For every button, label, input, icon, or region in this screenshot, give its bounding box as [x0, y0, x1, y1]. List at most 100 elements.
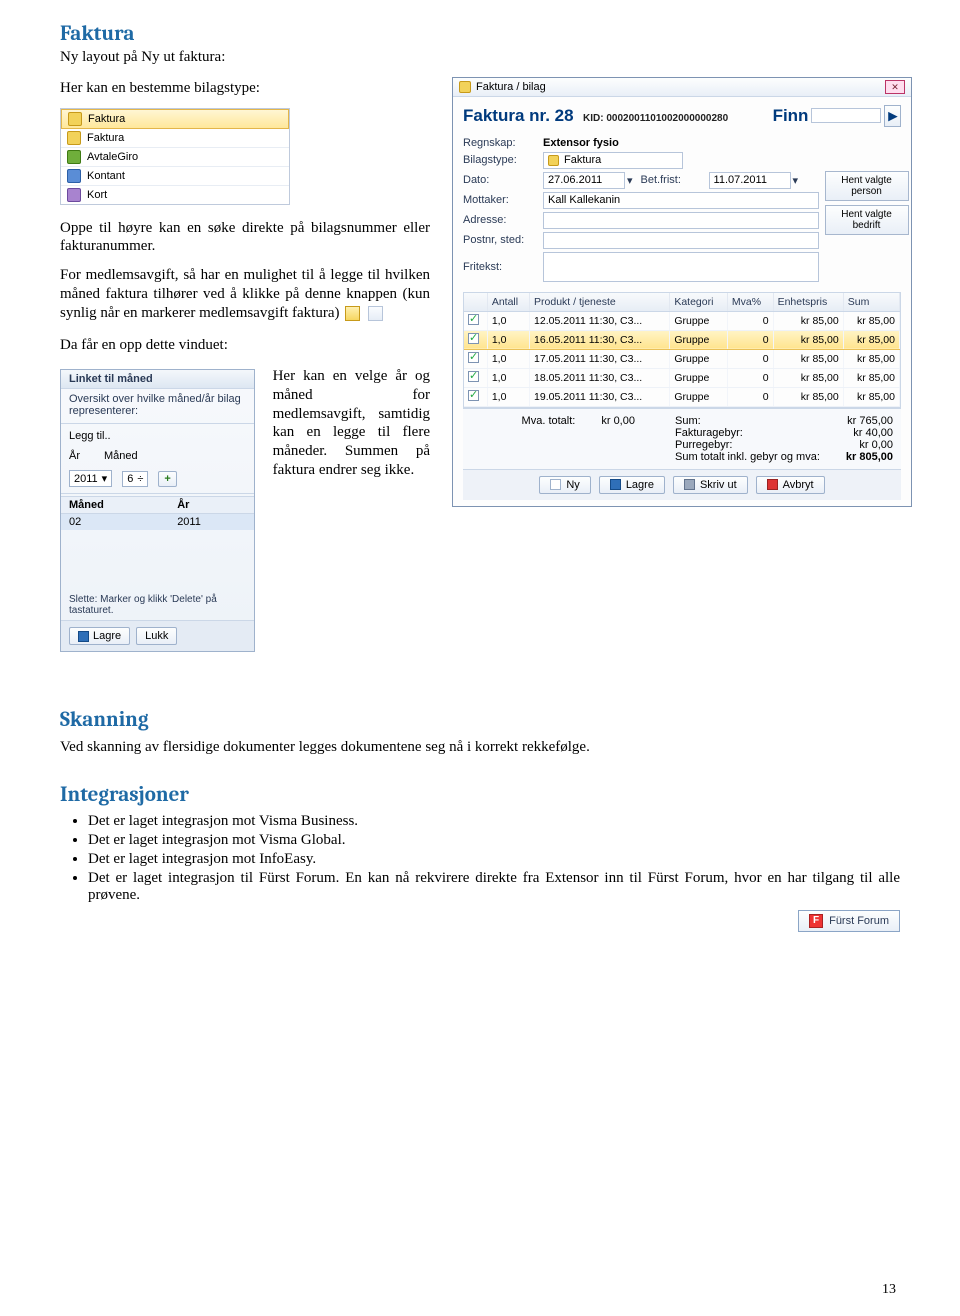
cell: 18.05.2011 11:30, C3... — [530, 368, 670, 387]
month-panel-sub: Oversikt over hvilke måned/år bilag repr… — [61, 389, 254, 421]
lab-postnr: Postnr, sted: — [463, 234, 535, 246]
th-ar: År — [169, 497, 253, 514]
tot-val: kr 805,00 — [846, 451, 893, 463]
legg-til-label: Legg til.. — [69, 430, 111, 442]
invoice-line[interactable]: 1,019.05.2011 11:30, C3...Gruppe0kr 85,0… — [464, 387, 900, 406]
line-checkbox[interactable] — [468, 371, 479, 382]
mva-total-label: Mva. totalt: — [522, 415, 576, 427]
mva-total: kr 0,00 — [601, 415, 635, 427]
lab-bilagstype: Bilagstype: — [463, 154, 535, 166]
date-picker-icon[interactable]: ▾ — [627, 174, 633, 187]
finn-go-button[interactable]: ▸ — [884, 105, 901, 127]
invoice-totals: Mva. totalt: kr 0,00 Sum: kr 765,00 Fakt… — [463, 408, 901, 469]
cell: 16.05.2011 11:30, C3... — [530, 330, 670, 349]
hent-bedrift-button[interactable]: Hent valgte bedrift — [825, 205, 909, 235]
page-number: 13 — [882, 1282, 896, 1298]
furst-label: Fürst Forum — [829, 915, 889, 927]
bilagstype-select[interactable]: Faktura — [543, 152, 683, 169]
finn-input[interactable] — [811, 108, 881, 123]
lagre-invoice-button[interactable]: Lagre — [599, 476, 665, 494]
lagre-button[interactable]: Lagre — [69, 627, 130, 645]
month-spinner[interactable]: 6 ÷ — [122, 471, 148, 487]
postnr-input[interactable] — [543, 232, 819, 249]
maned-label: Måned — [104, 450, 138, 462]
para-month-explain: Her kan en velge år og måned for medlems… — [273, 367, 430, 480]
invoice-title: Faktura nr. 28 — [463, 106, 574, 125]
cell: Gruppe — [670, 349, 728, 368]
option-label: Faktura — [88, 113, 125, 125]
dropdown-option[interactable]: AvtaleGiro — [61, 148, 289, 167]
skrivut-button[interactable]: Skriv ut — [673, 476, 748, 494]
month-row[interactable]: 02 2011 — [61, 514, 254, 531]
option-label: AvtaleGiro — [87, 151, 138, 163]
blue-icon — [67, 169, 81, 183]
ny-label: Ny — [566, 479, 579, 491]
invoice-line[interactable]: 1,012.05.2011 11:30, C3...Gruppe0kr 85,0… — [464, 311, 900, 330]
bilagstype-dropdown[interactable]: Faktura Faktura AvtaleGiro Kontant Kort — [60, 108, 290, 205]
list-item: Det er laget integrasjon mot Visma Globa… — [88, 832, 900, 849]
para-search: Oppe til høyre kan en søke direkte på bi… — [60, 219, 430, 257]
option-label: Kontant — [87, 170, 125, 182]
dato-input[interactable]: 27.06.2011 — [543, 172, 625, 189]
month-button-icon — [345, 306, 360, 321]
purre-label: Purregebyr: — [675, 439, 732, 451]
invoice-line[interactable]: 1,018.05.2011 11:30, C3...Gruppe0kr 85,0… — [464, 368, 900, 387]
avbryt-button[interactable]: Avbryt — [756, 476, 825, 494]
dropdown-option[interactable]: Faktura — [61, 129, 289, 148]
line-checkbox[interactable] — [468, 314, 479, 325]
month-value: 6 — [127, 473, 133, 485]
lukk-button[interactable]: Lukk — [136, 627, 177, 645]
fritekst-input[interactable] — [543, 252, 819, 282]
line-checkbox[interactable] — [468, 333, 479, 344]
sum-label: Sum: — [675, 415, 701, 427]
legg-til-row: Legg til.. — [61, 426, 254, 446]
lab-betfrist: Bet.frist: — [641, 174, 701, 186]
list-item: Det er laget integrasjon til Fürst Forum… — [88, 870, 900, 904]
date-picker-icon[interactable]: ▾ — [793, 174, 799, 187]
lagre-label: Lagre — [93, 630, 121, 642]
betfrist-input[interactable]: 11.07.2011 — [709, 172, 791, 189]
cell: kr 85,00 — [773, 349, 843, 368]
cell: kr 85,00 — [843, 349, 899, 368]
dropdown-option[interactable]: Kontant — [61, 167, 289, 186]
window-title: Faktura / bilag — [476, 81, 546, 93]
invoice-line[interactable]: 1,016.05.2011 11:30, C3...Gruppe0kr 85,0… — [464, 330, 900, 349]
integrasjoner-list: Det er laget integrasjon mot Visma Busin… — [88, 813, 900, 904]
avbryt-label: Avbryt — [783, 479, 814, 491]
month-link-panel: Linket til måned Oversikt over hvilke må… — [60, 369, 255, 652]
tot-label: Sum totalt inkl. gebyr og mva: — [675, 451, 820, 463]
yellow-icon — [68, 112, 82, 126]
dropdown-option[interactable]: Kort — [61, 186, 289, 204]
line-checkbox[interactable] — [468, 352, 479, 363]
mottaker-input[interactable]: Kall Kallekanin — [543, 192, 819, 209]
lab-adresse: Adresse: — [463, 214, 535, 226]
hent-person-button[interactable]: Hent valgte person — [825, 171, 909, 201]
lukk-label: Lukk — [145, 630, 168, 642]
print-icon — [684, 479, 695, 490]
dropdown-option[interactable]: Faktura — [61, 109, 289, 129]
invoice-window: Faktura / bilag ✕ Faktura nr. 28 KID: 00… — [452, 77, 912, 507]
heading-integrasjoner: Integrasjoner — [60, 783, 900, 807]
line-checkbox[interactable] — [468, 390, 479, 401]
year-spinner[interactable]: 2011 ▾ — [69, 470, 112, 487]
bilagstype-value: Faktura — [564, 154, 601, 166]
month-panel-header: Linket til måned — [61, 370, 254, 389]
cell: kr 85,00 — [773, 311, 843, 330]
heading-skanning: Skanning — [60, 708, 900, 732]
th-maned: Måned — [61, 497, 169, 514]
list-item: Det er laget integrasjon mot InfoEasy. — [88, 851, 900, 868]
cell: kr 85,00 — [843, 368, 899, 387]
invoice-line[interactable]: 1,017.05.2011 11:30, C3...Gruppe0kr 85,0… — [464, 349, 900, 368]
close-icon[interactable]: ✕ — [885, 80, 905, 94]
col-header: Sum — [843, 293, 899, 312]
ny-button[interactable]: Ny — [539, 476, 590, 494]
cell: 1,0 — [487, 311, 529, 330]
cancel-icon — [767, 479, 778, 490]
add-month-button[interactable]: + — [158, 471, 176, 487]
adresse-input[interactable] — [543, 212, 819, 229]
month-button-icon-2 — [368, 306, 383, 321]
gebyr-label: Fakturagebyr: — [675, 427, 743, 439]
cell: kr 85,00 — [843, 311, 899, 330]
gebyr-val: kr 40,00 — [853, 427, 893, 439]
furst-forum-badge[interactable]: F Fürst Forum — [798, 910, 900, 932]
